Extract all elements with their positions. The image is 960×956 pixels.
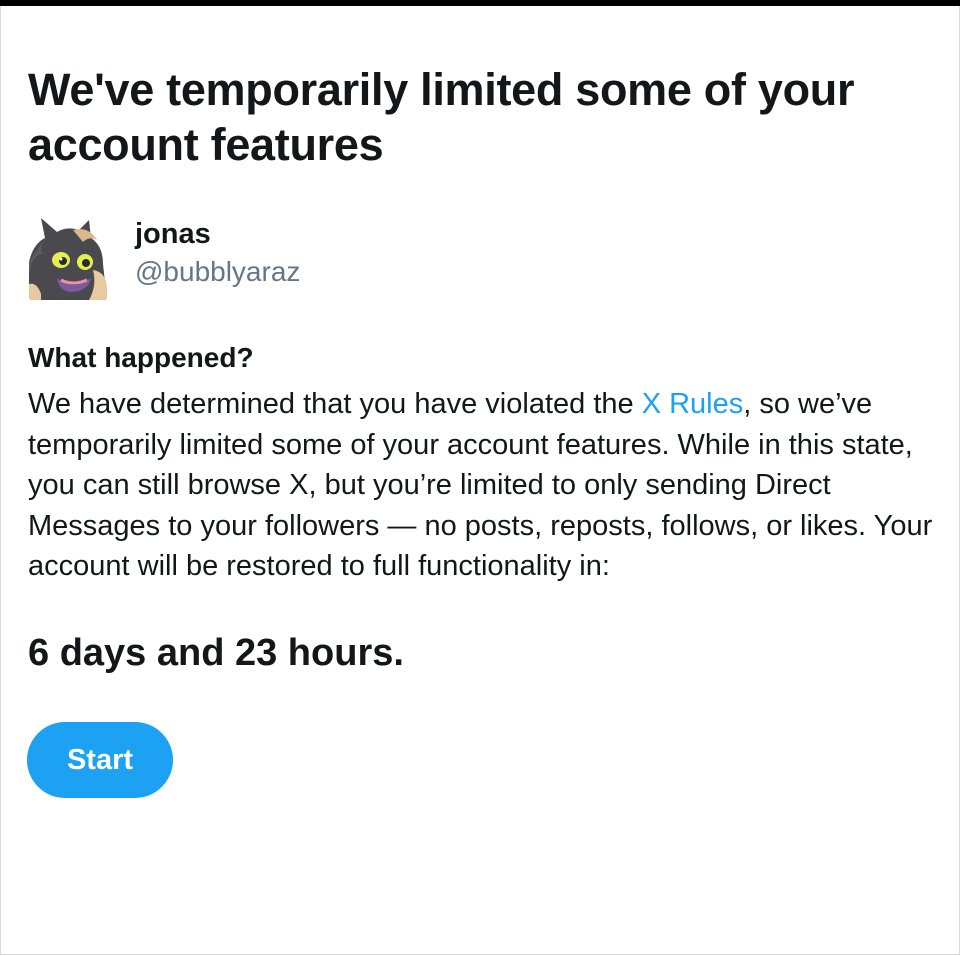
what-happened-heading: What happened? (28, 342, 254, 373)
cat-avatar-icon (27, 214, 109, 300)
notice-body: We have determined that you have violate… (28, 384, 933, 587)
start-button[interactable]: Start (27, 722, 173, 798)
account-handle: @bubblyaraz (135, 256, 301, 287)
x-rules-link[interactable]: X Rules (642, 388, 744, 420)
page-title: We've temporarily limited some of your a… (28, 64, 855, 170)
display-name: jonas (135, 218, 211, 250)
notice-text-before-link: We have determined that you have violate… (28, 388, 642, 420)
restriction-countdown: 6 days and 23 hours. (28, 632, 404, 674)
